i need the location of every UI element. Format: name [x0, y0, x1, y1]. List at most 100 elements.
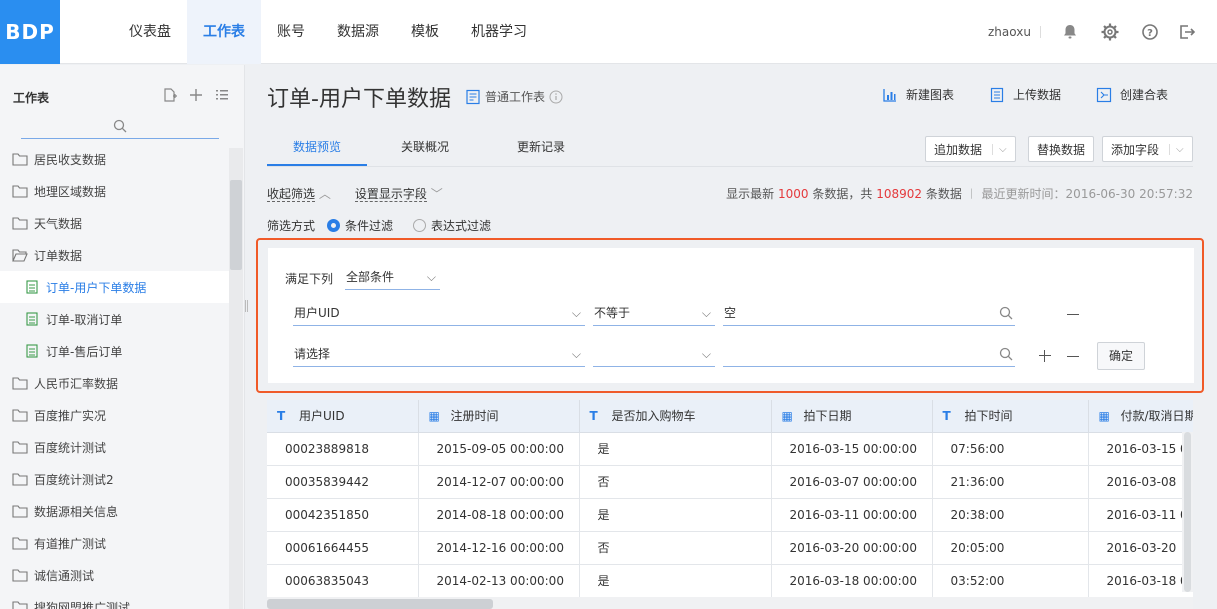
sidebar-search-input[interactable] [21, 117, 219, 139]
remove-condition-1-button[interactable] [1067, 314, 1079, 315]
folder-icon [12, 408, 28, 422]
upload-icon [990, 87, 1004, 102]
table-row[interactable]: 00035839442 2014-12-07 00:00:00 否 2016-0… [267, 465, 1193, 499]
new-folder-icon[interactable] [162, 87, 178, 106]
field-select-2[interactable]: 请选择 ⌵ [293, 343, 585, 367]
chevron-down-icon: ⌵ [701, 306, 711, 320]
sidebar-scrollbar[interactable] [229, 148, 243, 609]
nav-dashboard[interactable]: 仪表盘 [113, 0, 187, 64]
tree-sheet-active[interactable]: 订单-用户下单数据 [0, 271, 229, 303]
content-tabs: 数据预览 关联概况 更新记录 [267, 128, 599, 166]
radio-expression[interactable] [413, 219, 427, 232]
create-merge-label: 创建合表 [1120, 88, 1169, 102]
nav-template[interactable]: 模板 [395, 0, 455, 64]
tab-relations[interactable]: 关联概况 [367, 128, 483, 166]
tree-folder[interactable]: 百度统计测试 [0, 431, 229, 463]
table-row[interactable]: 00063835043 2014-02-13 00:00:00 是 2016-0… [267, 564, 1193, 598]
remove-condition-2-button[interactable] [1067, 356, 1079, 357]
search-icon[interactable] [999, 347, 1013, 361]
tree-folder[interactable]: 搜狗网盟推广测试 [0, 591, 229, 609]
info-mid: 条数据，共 [812, 187, 873, 201]
table-cell: 21:36:00 [932, 465, 1089, 499]
tree-folder[interactable]: 天气数据 [0, 207, 229, 239]
chevron-down-icon: ⌵ [1169, 143, 1184, 155]
logout-icon[interactable] [1177, 22, 1197, 42]
tree-folder[interactable]: 百度推广实况 [0, 399, 229, 431]
table-cell: 03:52:00 [932, 564, 1089, 598]
append-data-button[interactable]: 追加数据 ⌵ [925, 136, 1016, 162]
add-condition-button[interactable] [1039, 350, 1051, 362]
table-vertical-scrollbar[interactable] [1182, 432, 1193, 592]
collapse-filter-label: 收起筛选 [267, 187, 316, 202]
tree-label: 百度推广实况 [34, 408, 107, 423]
tab-data-preview[interactable]: 数据预览 [267, 128, 367, 166]
operator-select-1[interactable]: 不等于 ⌵ [593, 302, 715, 326]
table-row[interactable]: 00023889818 2015-09-05 00:00:00 是 2016-0… [267, 432, 1193, 466]
column-header-label: 用户UID [299, 409, 345, 424]
scrollbar-thumb[interactable] [267, 599, 493, 609]
upload-data-button[interactable]: 上传数据 [989, 86, 1061, 103]
table-horizontal-scrollbar[interactable] [267, 597, 1193, 609]
add-field-button[interactable]: 添加字段 ⌵ [1102, 136, 1193, 162]
new-chart-button[interactable]: 新建图表 [882, 86, 954, 103]
table-cell: 20:05:00 [932, 531, 1089, 565]
tree-sheet[interactable]: 订单-售后订单 [0, 335, 229, 367]
nav-machine-learning[interactable]: 机器学习 [455, 0, 543, 64]
confirm-button[interactable]: 确定 [1097, 342, 1145, 370]
table-cell: 2014-12-16 00:00:00 [418, 531, 580, 565]
folder-icon [12, 376, 28, 390]
tree-folder[interactable]: 有道推广测试 [0, 527, 229, 559]
tree-folder[interactable]: 人民币汇率数据 [0, 367, 229, 399]
svg-text:?: ? [1147, 28, 1153, 39]
value-input-2[interactable] [723, 343, 1015, 367]
gear-icon[interactable] [1100, 22, 1120, 42]
set-display-fields-link[interactable]: 设置显示字段 ﹀ [354, 185, 443, 202]
tree-label: 搜狗网盟推广测试 [34, 600, 131, 609]
table-row[interactable]: 00061664455 2014-12-16 00:00:00 否 2016-0… [267, 531, 1193, 565]
field-select-1[interactable]: 用户UID ⌵ [293, 302, 585, 326]
table-row[interactable]: 00042351850 2014-08-18 00:00:00 是 2016-0… [267, 498, 1193, 532]
operator-select-2[interactable]: ⌵ [593, 343, 715, 367]
nav-datasource[interactable]: 数据源 [321, 0, 395, 64]
text-type-icon: T [942, 409, 951, 424]
tree-folder-open[interactable]: 订单数据 [0, 239, 229, 271]
search-icon[interactable] [999, 306, 1013, 320]
bell-icon[interactable] [1060, 22, 1080, 42]
column-header[interactable]: ▦ 拍下日期 [771, 400, 933, 433]
value-input-1[interactable]: 空 [723, 302, 1015, 326]
app-logo[interactable]: BDP [0, 0, 60, 64]
radio-condition[interactable] [327, 219, 341, 232]
info-icon[interactable] [549, 90, 563, 104]
table-cell: 2014-02-13 00:00:00 [418, 564, 580, 598]
match-select[interactable]: 全部条件 ⌵ [345, 266, 440, 290]
list-icon[interactable] [214, 87, 230, 106]
scrollbar-thumb[interactable] [230, 180, 242, 270]
replace-data-button[interactable]: 替换数据 [1028, 136, 1095, 162]
tree-sheet[interactable]: 订单-取消订单 [0, 303, 229, 335]
add-field-label: 添加字段 [1111, 142, 1160, 157]
column-header[interactable]: T 用户UID [267, 400, 419, 433]
column-header[interactable]: T 是否加入购物车 [579, 400, 772, 433]
radio-expression-label[interactable]: 表达式过滤 [431, 217, 491, 234]
collapse-filter-link[interactable]: 收起筛选 ︿ [267, 185, 331, 202]
tree-label: 有道推广测试 [34, 536, 107, 551]
column-header[interactable]: T 拍下时间 [932, 400, 1089, 433]
column-header[interactable]: ▦ 注册时间 [418, 400, 580, 433]
search-icon [113, 119, 127, 133]
tab-update-log[interactable]: 更新记录 [483, 128, 599, 166]
user-name[interactable]: zhaoxu [988, 0, 1031, 64]
tree-folder[interactable]: 数据源相关信息 [0, 495, 229, 527]
radio-condition-label[interactable]: 条件过滤 [345, 217, 393, 234]
sidebar-resize-handle[interactable] [245, 300, 248, 312]
scrollbar-thumb[interactable] [1184, 432, 1191, 592]
tree-folder[interactable]: 诚信通测试 [0, 559, 229, 591]
tree-folder[interactable]: 居民收支数据 [0, 143, 229, 175]
tree-folder[interactable]: 地理区域数据 [0, 175, 229, 207]
create-merge-button[interactable]: 创建合表 [1096, 86, 1168, 103]
add-icon[interactable] [188, 87, 204, 106]
tree-folder[interactable]: 百度统计测试2 [0, 463, 229, 495]
nav-worksheet[interactable]: 工作表 [187, 0, 261, 64]
nav-account[interactable]: 账号 [261, 0, 321, 64]
column-header[interactable]: ▦ 付款/取消日期 [1088, 400, 1193, 433]
help-icon[interactable]: ? [1140, 22, 1160, 42]
